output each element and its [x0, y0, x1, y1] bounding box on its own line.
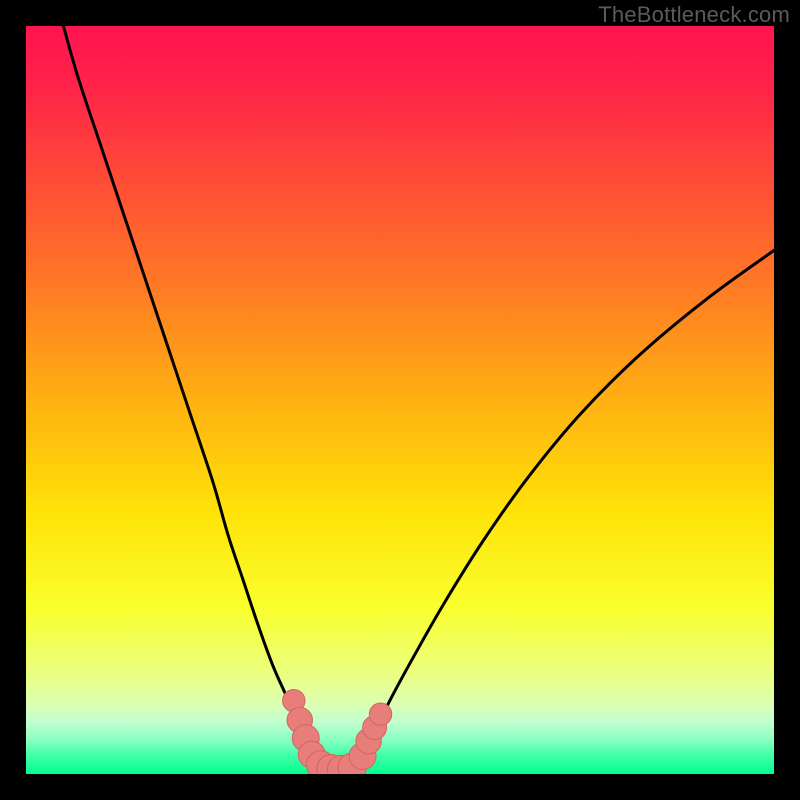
plot-area [26, 26, 774, 774]
chart-svg [26, 26, 774, 774]
watermark-text: TheBottleneck.com [598, 2, 790, 28]
gradient-background [26, 26, 774, 774]
marker-right-cluster-4 [369, 703, 391, 725]
outer-frame: TheBottleneck.com [0, 0, 800, 800]
